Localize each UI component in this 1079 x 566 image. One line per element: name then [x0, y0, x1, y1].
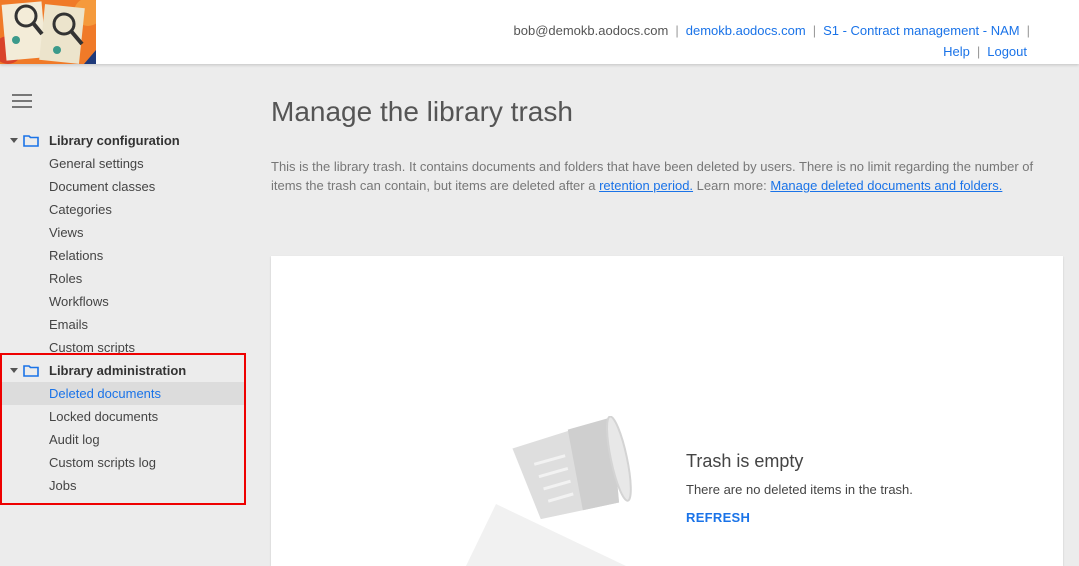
separator: |	[675, 23, 679, 38]
hamburger-menu-icon[interactable]	[12, 94, 32, 108]
sidebar-item-views[interactable]: Views	[0, 221, 246, 244]
section-title: Library configuration	[49, 133, 180, 148]
sidebar-item-locked-documents[interactable]: Locked documents	[0, 405, 246, 428]
retention-period-link[interactable]: retention period.	[599, 178, 693, 193]
manage-deleted-docs-link[interactable]: Manage deleted documents and folders.	[770, 178, 1002, 193]
section-library-administration[interactable]: Library administration	[0, 359, 186, 382]
sidebar-item-custom-scripts[interactable]: Custom scripts	[0, 336, 246, 359]
sidebar-item-jobs[interactable]: Jobs	[0, 474, 246, 497]
section-title: Library administration	[49, 363, 187, 378]
sidebar-item-general-settings[interactable]: General settings	[0, 152, 246, 175]
sidebar-item-deleted-documents[interactable]: Deleted documents	[0, 382, 246, 405]
empty-trash-icon	[466, 416, 632, 566]
separator: |	[812, 23, 817, 38]
domain-link[interactable]: demokb.aodocs.com	[686, 23, 806, 38]
sidebar-item-categories[interactable]: Categories	[0, 198, 246, 221]
empty-state-title: Trash is empty	[686, 451, 804, 471]
folder-icon	[23, 364, 39, 377]
caret-down-icon	[10, 138, 18, 143]
sidebar-item-custom-scripts-log[interactable]: Custom scripts log	[0, 451, 246, 474]
sidebar-item-document-classes[interactable]: Document classes	[0, 175, 246, 198]
caret-down-icon	[10, 368, 18, 373]
empty-state-text: There are no deleted items in the trash.	[686, 482, 913, 497]
help-link[interactable]: Help	[943, 44, 970, 59]
top-bar: bob@demokb.aodocs.com | demokb.aodocs.com |…	[0, 0, 1079, 64]
sidebar-item-audit-log[interactable]: Audit log	[0, 428, 246, 451]
sidebar-item-relations[interactable]: Relations	[0, 244, 246, 267]
refresh-button[interactable]: REFRESH	[686, 510, 750, 525]
separator: |	[1026, 23, 1030, 38]
folder-icon	[23, 134, 39, 147]
section-library-configuration[interactable]: Library configuration	[0, 129, 180, 152]
sidebar-item-emails[interactable]: Emails	[0, 313, 246, 336]
library-logo[interactable]	[0, 0, 96, 64]
trash-card: Trash is empty There are no deleted item…	[271, 256, 1063, 566]
page-description: This is the library trash. It contains d…	[271, 157, 1056, 195]
user-email: bob@demokb.aodocs.com	[513, 23, 669, 38]
separator: |	[976, 44, 981, 59]
sidebar: Library configuration General settings D…	[0, 64, 250, 558]
description-text: Learn more:	[693, 178, 771, 193]
sidebar-item-roles[interactable]: Roles	[0, 267, 246, 290]
logout-link[interactable]: Logout	[987, 44, 1027, 59]
page-title: Manage the library trash	[271, 96, 573, 127]
header-links: bob@demokb.aodocs.com | demokb.aodocs.com |…	[514, 20, 1038, 62]
sidebar-item-workflows[interactable]: Workflows	[0, 290, 246, 313]
library-link[interactable]: S1 - Contract management - NAM	[823, 23, 1020, 38]
